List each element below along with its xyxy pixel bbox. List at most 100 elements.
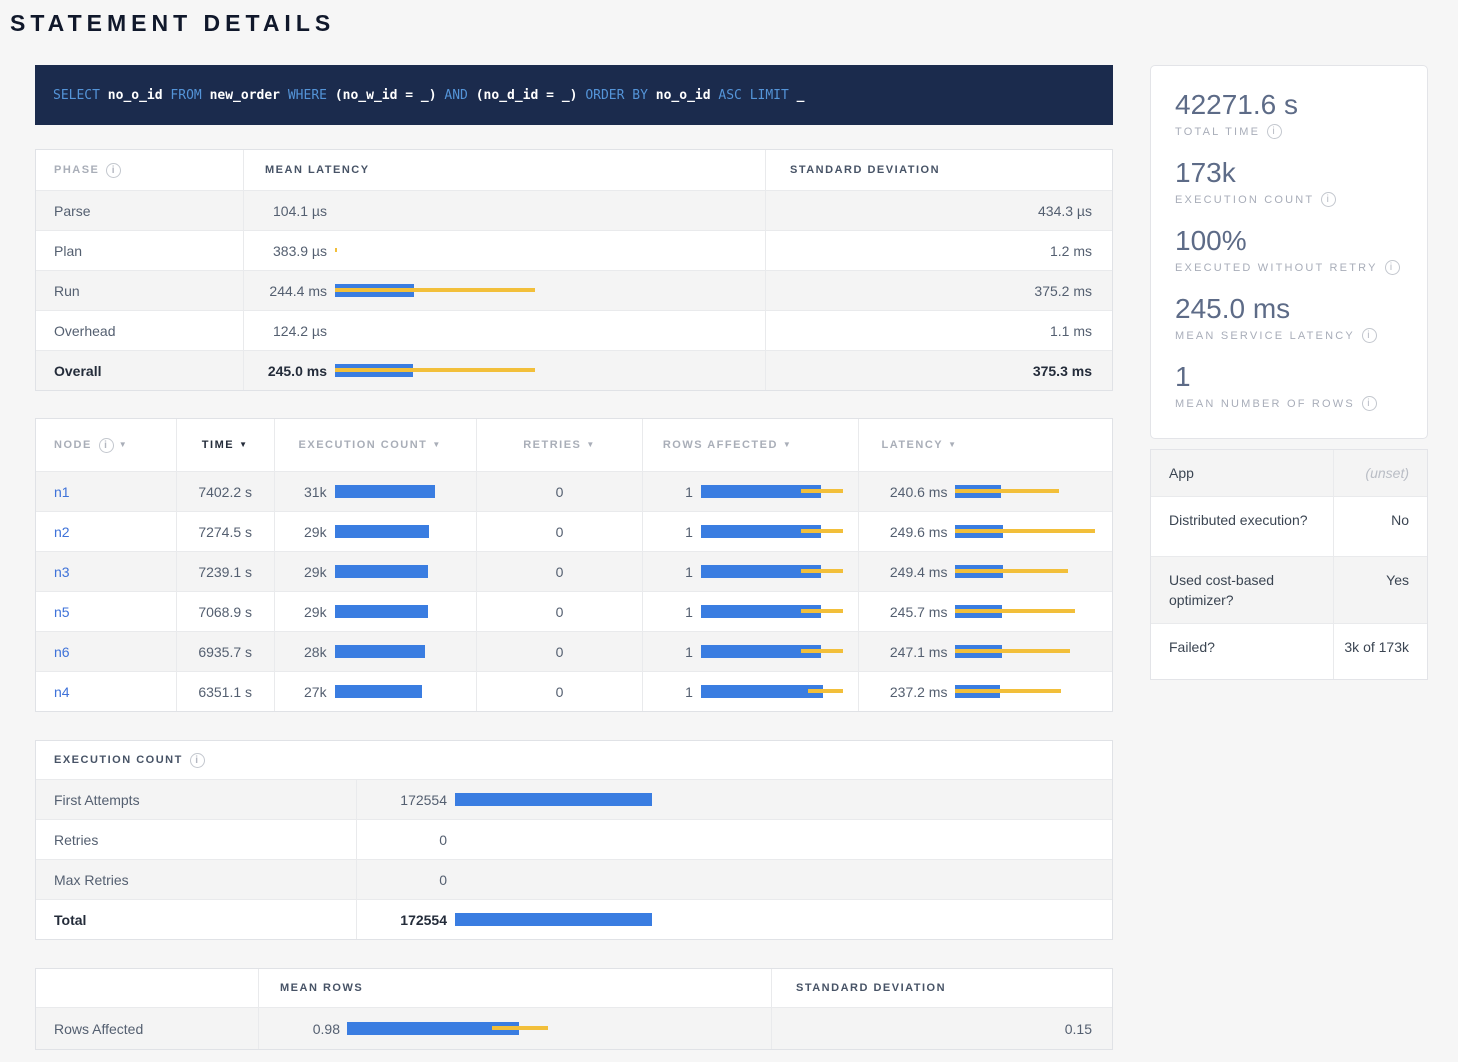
stat-executed-without-retry: 100% EXECUTED WITHOUT RETRYi (1175, 224, 1403, 275)
summary-stats-card: 42271.6 s TOTAL TIMEi 173k EXECUTION COU… (1150, 65, 1428, 439)
sql-token: no_o_id (656, 88, 711, 103)
table-row: n2 7274.5 s 29k 0 1 249.6 ms (36, 511, 1112, 551)
table-row: Max Retries 0 (36, 859, 1112, 899)
detail-value: (unset) (1333, 450, 1427, 496)
retries-value: 0 (476, 672, 642, 711)
stat-execution-count: 173k EXECUTION COUNTi (1175, 156, 1403, 207)
table-row: Overall 245.0 ms 375.3 ms (36, 350, 1112, 390)
time-value: 7239.1 s (176, 552, 274, 591)
time-value: 7274.5 s (176, 512, 274, 551)
std-dev-value: 434.3 µs (765, 191, 1112, 230)
retries-value: 0 (476, 472, 642, 511)
sql-token: WHERE (288, 88, 335, 103)
info-icon[interactable]: i (1362, 396, 1377, 411)
node-link[interactable]: n1 (54, 484, 70, 500)
node-link[interactable]: n5 (54, 604, 70, 620)
info-icon[interactable]: i (190, 753, 205, 768)
retries-column-header[interactable]: RETRIES ▼ (476, 419, 642, 471)
exec-row-value: 172554 (357, 912, 447, 928)
table-row: First Attempts 172554 (36, 779, 1112, 819)
time-value: 6351.1 s (176, 672, 274, 711)
exec-count-value: 29k (275, 564, 327, 580)
table-row: Run 244.4 ms 375.2 ms (36, 270, 1112, 310)
stat-value: 1 (1175, 360, 1403, 393)
sql-token: FROM (170, 88, 209, 103)
execution-count-section-header: EXECUTION COUNT i (36, 741, 1112, 779)
detail-label: App (1151, 450, 1333, 496)
table-row: Total 172554 (36, 899, 1112, 939)
table-row: n3 7239.1 s 29k 0 1 249.4 ms (36, 551, 1112, 591)
retries-value: 0 (476, 552, 642, 591)
std-dev-column-header: STANDARD DEVIATION (771, 969, 1112, 1007)
std-dev-column-header: STANDARD DEVIATION (765, 150, 1112, 190)
node-link[interactable]: n6 (54, 644, 70, 660)
sql-token (280, 88, 288, 103)
exec-row-label: First Attempts (36, 780, 356, 819)
exec-count-bar (335, 485, 435, 498)
phase-label: Plan (36, 231, 243, 270)
table-row: Rows Affected 0.98 0.15 (36, 1007, 1112, 1049)
execution-count-column-header[interactable]: EXECUTION COUNT ▼ (274, 419, 477, 471)
mean-rows-value: 0.98 (259, 1021, 340, 1037)
latency-bar (955, 525, 1095, 538)
exec-count-bar (455, 793, 652, 806)
node-link[interactable]: n2 (54, 524, 70, 540)
info-icon[interactable]: i (1362, 328, 1377, 343)
rows-affected-column-header[interactable]: ROWS AFFECTED ▼ (642, 419, 859, 471)
phase-column-header: PHASE i (36, 150, 243, 190)
sql-token: no_w_id (343, 88, 398, 103)
latency-bar (335, 244, 337, 257)
std-dev-value: 0.15 (771, 1008, 1112, 1049)
stat-value: 245.0 ms (1175, 292, 1403, 325)
latency-bar (955, 605, 1075, 618)
latency-value: 240.6 ms (859, 484, 947, 500)
sql-token: ORDER BY (585, 88, 655, 103)
info-icon[interactable]: i (1385, 260, 1400, 275)
latency-column-header[interactable]: LATENCY ▼ (858, 419, 1112, 471)
sql-token: no_o_id (108, 88, 163, 103)
exec-count-value: 28k (275, 644, 327, 660)
exec-count-bar (335, 525, 429, 538)
exec-row-label: Total (36, 900, 356, 939)
sql-token: _ (797, 88, 805, 103)
latency-value: 245.7 ms (859, 604, 947, 620)
mean-rows-bar (347, 1022, 548, 1035)
info-icon[interactable]: i (106, 163, 121, 178)
mean-latency-value: 383.9 µs (244, 243, 327, 259)
time-column-header[interactable]: TIME ▼ (176, 419, 274, 471)
node-link[interactable]: n3 (54, 564, 70, 580)
sql-token: new_order (210, 88, 280, 103)
node-link[interactable]: n4 (54, 684, 70, 700)
detail-value: Yes (1333, 557, 1427, 623)
node-column-header[interactable]: NODE i ▼ (36, 419, 176, 471)
rows-affected-value: 1 (643, 564, 693, 580)
latency-bar (335, 364, 535, 377)
latency-bar (955, 645, 1070, 658)
info-icon[interactable]: i (1267, 124, 1282, 139)
table-row: App (unset) (1151, 450, 1427, 496)
detail-label: Failed? (1151, 624, 1333, 679)
exec-row-label: Max Retries (36, 860, 356, 899)
sort-arrow-icon: ▼ (783, 440, 792, 449)
table-row: n5 7068.9 s 29k 0 1 245.7 ms (36, 591, 1112, 631)
info-icon[interactable]: i (1321, 192, 1336, 207)
sql-token: SELECT (53, 88, 108, 103)
mean-latency-value: 104.1 µs (244, 203, 327, 219)
rows-table-header: MEAN ROWS STANDARD DEVIATION (36, 969, 1112, 1007)
info-icon[interactable]: i (99, 438, 114, 453)
statement-details-page: STATEMENT DETAILS SELECT no_o_id FROM ne… (0, 0, 1458, 1050)
exec-row-value: 0 (357, 832, 447, 848)
rows-affected-value: 1 (643, 484, 693, 500)
table-row: Parse 104.1 µs 434.3 µs (36, 190, 1112, 230)
sql-token: ( (476, 88, 484, 103)
exec-count-value: 29k (275, 524, 327, 540)
latency-bar (955, 565, 1068, 578)
rows-affected-label: Rows Affected (36, 1008, 258, 1049)
detail-value: No (1333, 497, 1427, 556)
mean-latency-value: 245.0 ms (244, 363, 327, 379)
sql-token: no_d_id (484, 88, 539, 103)
time-value: 7068.9 s (176, 592, 274, 631)
phase-label: Run (36, 271, 243, 310)
stat-label: EXECUTION COUNTi (1175, 192, 1403, 207)
exec-count-bar (335, 605, 428, 618)
